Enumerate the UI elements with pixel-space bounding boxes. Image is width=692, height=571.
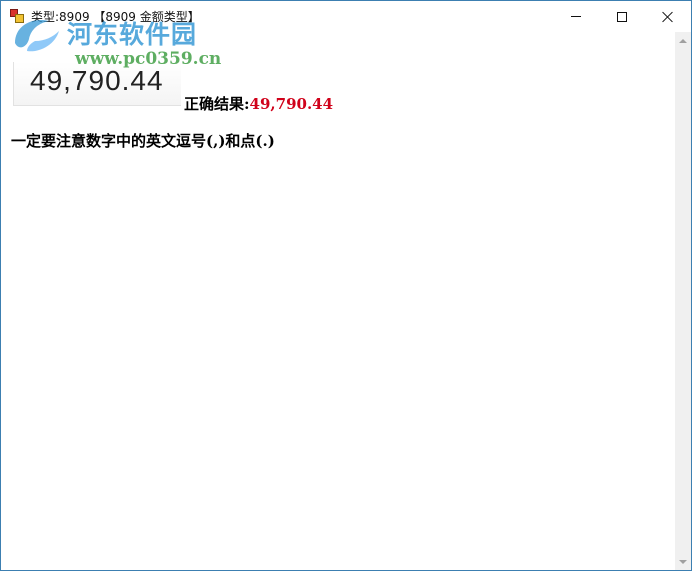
chevron-up-icon	[679, 38, 687, 43]
close-button[interactable]	[645, 1, 691, 32]
result-line: 正确结果:49,790.44	[184, 93, 333, 114]
result-label: 正确结果:	[184, 95, 250, 113]
watermark-logo-icon	[15, 19, 59, 52]
chevron-down-icon	[679, 559, 687, 564]
watermark: 河东软件园 www.pc0359.cn	[9, 13, 221, 73]
note-text: 一定要注意数字中的英文逗号(,)和点(.)	[11, 132, 275, 150]
maximize-icon	[617, 11, 627, 22]
scroll-up-button[interactable]	[675, 32, 691, 49]
main-content: 49,790.44 正确结果:49,790.44 一定要注意数字中的英文逗号(,…	[1, 32, 675, 570]
watermark-url: www.pc0359.cn	[75, 49, 222, 69]
vertical-scrollbar[interactable]	[675, 32, 691, 570]
app-window: 类型:8909 【8909 金额类型】 49,790.44 正确结果:49,79…	[0, 0, 692, 571]
minimize-button[interactable]	[553, 1, 599, 32]
result-value: 49,790.44	[249, 95, 334, 113]
watermark-name: 河东软件园	[67, 20, 198, 49]
minimize-icon	[571, 16, 581, 17]
scroll-down-button[interactable]	[675, 553, 691, 570]
maximize-button[interactable]	[599, 1, 645, 32]
close-icon	[662, 11, 674, 23]
